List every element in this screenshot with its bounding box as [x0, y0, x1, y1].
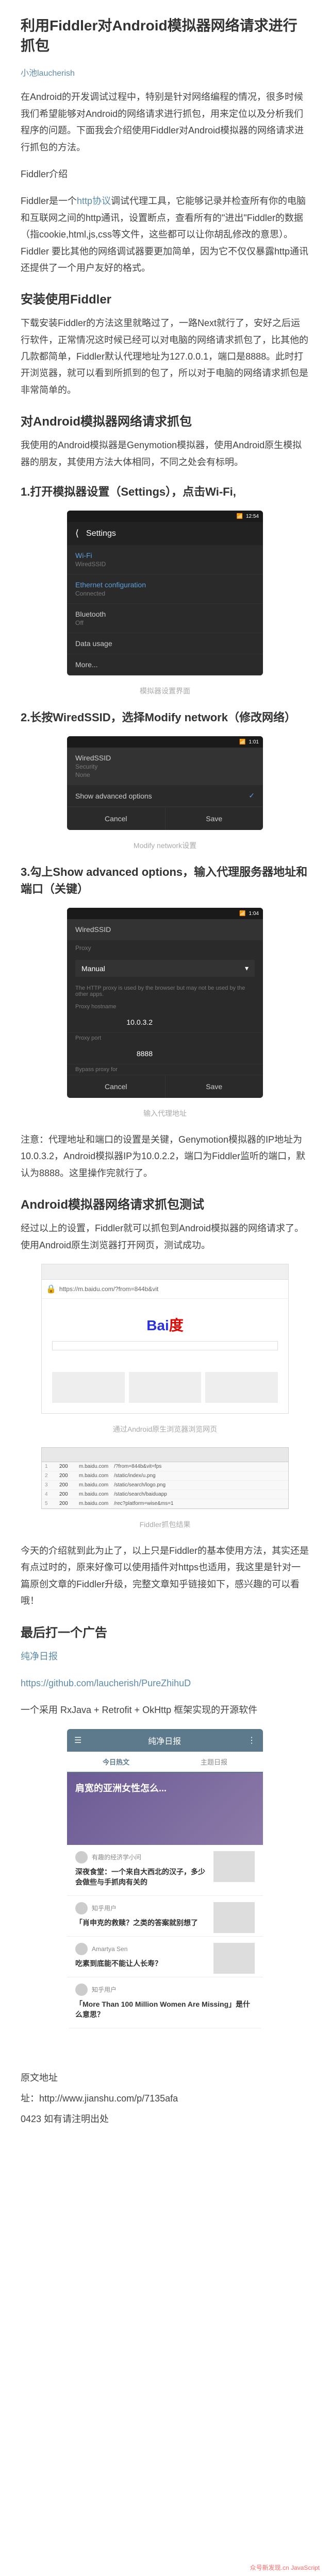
- modify-network-mockup: 📶1:01 WiredSSIDSecurityNone Show advance…: [67, 736, 263, 830]
- menu-icon[interactable]: ☰: [74, 1735, 81, 1745]
- bluetooth-item[interactable]: BluetoothOff: [67, 604, 263, 633]
- tab-theme[interactable]: 主题日报: [165, 1752, 263, 1772]
- capture-heading: 对Android模拟器网络请求抓包: [21, 411, 309, 429]
- intro-text: 在Android的开发调试过程中，特别是针对网络编程的情况，很多时候我们希望能够…: [21, 89, 309, 156]
- wifi-item[interactable]: Wi-FiWiredSSID: [67, 545, 263, 574]
- port-input[interactable]: [67, 1043, 263, 1064]
- hostname-input[interactable]: [67, 1012, 263, 1033]
- test-heading: Android模拟器网络请求抓包测试: [21, 1194, 309, 1212]
- browser-mockup: 🔒 Bai度: [41, 1264, 289, 1414]
- ad-heading: 最后打一个广告: [21, 1622, 309, 1640]
- data-usage-item[interactable]: Data usage: [67, 633, 263, 654]
- github-link[interactable]: https://github.com/laucherish/PureZhihuD: [21, 1678, 191, 1688]
- capture-text: 我使用的Android模拟器是Genymotion模拟器，使用Android原生…: [21, 437, 309, 470]
- table-row[interactable]: 1200m.baidu.com/?from=844b&vit=fps: [42, 1462, 288, 1471]
- back-icon[interactable]: ⟨: [75, 528, 79, 539]
- fiddler-intro-text: Fiddler是一个http协议调试代理工具，它能够记录并检查所有你的电脑和互联…: [21, 193, 309, 276]
- banner[interactable]: 肩宽的亚洲女性怎么...: [67, 1773, 263, 1845]
- caption-2: Modify network设置: [21, 840, 309, 851]
- list-item[interactable]: 知乎用户「More Than 100 Million Women Are Mis…: [67, 1977, 263, 2028]
- proxy-dropdown[interactable]: Manual▾: [75, 960, 255, 977]
- table-row[interactable]: 2200m.baidu.com/static/index/u.png: [42, 1471, 288, 1481]
- list-item[interactable]: 有趣的经济学小问深夜食堂：一个来自大西北的汉子，多少会做些与手抓肉有关的: [67, 1845, 263, 1896]
- settings-mockup: 📶12:54 ⟨Settings Wi-FiWiredSSID Ethernet…: [67, 511, 263, 675]
- test-text: 经过以上的设置，Fiddler就可以抓包到Android模拟器的网络请求了。使用…: [21, 1220, 309, 1253]
- table-row[interactable]: 4200m.baidu.com/static/search/baiduapp: [42, 1490, 288, 1499]
- table-row[interactable]: 3200m.baidu.com/static/search/logo.png: [42, 1481, 288, 1490]
- more-item[interactable]: More...: [67, 654, 263, 675]
- author-link[interactable]: 小池laucherish: [21, 66, 309, 78]
- note-text: 注意：代理地址和端口的设置是关键，Genymotion模拟器的IP地址为10.0…: [21, 1131, 309, 1181]
- more-icon[interactable]: ⋮: [248, 1735, 256, 1745]
- table-row[interactable]: 5200m.baidu.com/rec?platform=wise&ms=1: [42, 1499, 288, 1509]
- search-box[interactable]: [52, 1341, 278, 1350]
- ethernet-item[interactable]: Ethernet configurationConnected: [67, 574, 263, 604]
- proxy-mockup: 📶1:04 WiredSSID Proxy Manual▾ The HTTP p…: [67, 908, 263, 1098]
- caption-1: 模拟器设置界面: [21, 686, 309, 696]
- fiddler-intro-heading: Fiddler介绍: [21, 166, 309, 182]
- url-input[interactable]: [59, 1285, 284, 1293]
- http-link[interactable]: http协议: [77, 196, 111, 206]
- caption-3: 输入代理地址: [21, 1108, 309, 1118]
- chevron-down-icon: ▾: [245, 964, 249, 973]
- install-text: 下载安装Fiddler的方法这里就略过了，一路Next就行了，安好之后运行软件，…: [21, 315, 309, 398]
- article-title: 利用Fiddler对Android模拟器网络请求进行抓包: [21, 15, 309, 56]
- advanced-checkbox[interactable]: Show advanced options✓: [67, 785, 263, 807]
- app-name-link[interactable]: 纯净日报: [21, 1651, 58, 1662]
- save-button[interactable]: Save: [166, 807, 263, 830]
- install-heading: 安装使用Fiddler: [21, 289, 309, 307]
- app-mockup: ☰纯净日报⋮ 今日热文主题日报 肩宽的亚洲女性怎么... 有趣的经济学小问深夜食…: [67, 1729, 263, 2028]
- app-desc: 一个采用 RxJava + Retrofit + OkHttp 框架实现的开源软…: [21, 1702, 309, 1718]
- cancel-button[interactable]: Cancel: [67, 807, 166, 830]
- watermark: 众号新发现.cn JavaScript: [0, 2559, 330, 2576]
- tab-hot[interactable]: 今日热文: [67, 1752, 165, 1772]
- fiddler-mockup: 1200m.baidu.com/?from=844b&vit=fps 2200m…: [41, 1447, 289, 1509]
- step3-heading: 3.勾上Show advanced options，输入代理服务器地址和端口（关…: [21, 863, 309, 897]
- step1-heading: 1.打开模拟器设置（Settings），点击Wi-Fi,: [21, 483, 309, 500]
- list-item[interactable]: Amartya Sen吃素到底能不能让人长寿？: [67, 1937, 263, 1977]
- footer: 原文地址 址：http://www.jianshu.com/p/7135afa …: [0, 2054, 330, 2147]
- step2-heading: 2.长按WiredSSID，选择Modify network（修改网络）: [21, 709, 309, 726]
- baidu-logo: Bai度: [52, 1314, 278, 1335]
- caption-4: 通过Android原生浏览器浏览网页: [21, 1424, 309, 1434]
- caption-5: Fiddler抓包结果: [21, 1519, 309, 1530]
- lock-icon: 🔒: [46, 1284, 56, 1294]
- list-item[interactable]: 知乎用户「肖申克的救赎？之类的答案就别想了: [67, 1896, 263, 1937]
- cancel-button-2[interactable]: Cancel: [67, 1075, 166, 1098]
- conclusion-text: 今天的介绍就到此为止了，以上只是Fiddler的基本使用方法，其实还是有点过时的…: [21, 1543, 309, 1609]
- save-button-2[interactable]: Save: [166, 1075, 263, 1098]
